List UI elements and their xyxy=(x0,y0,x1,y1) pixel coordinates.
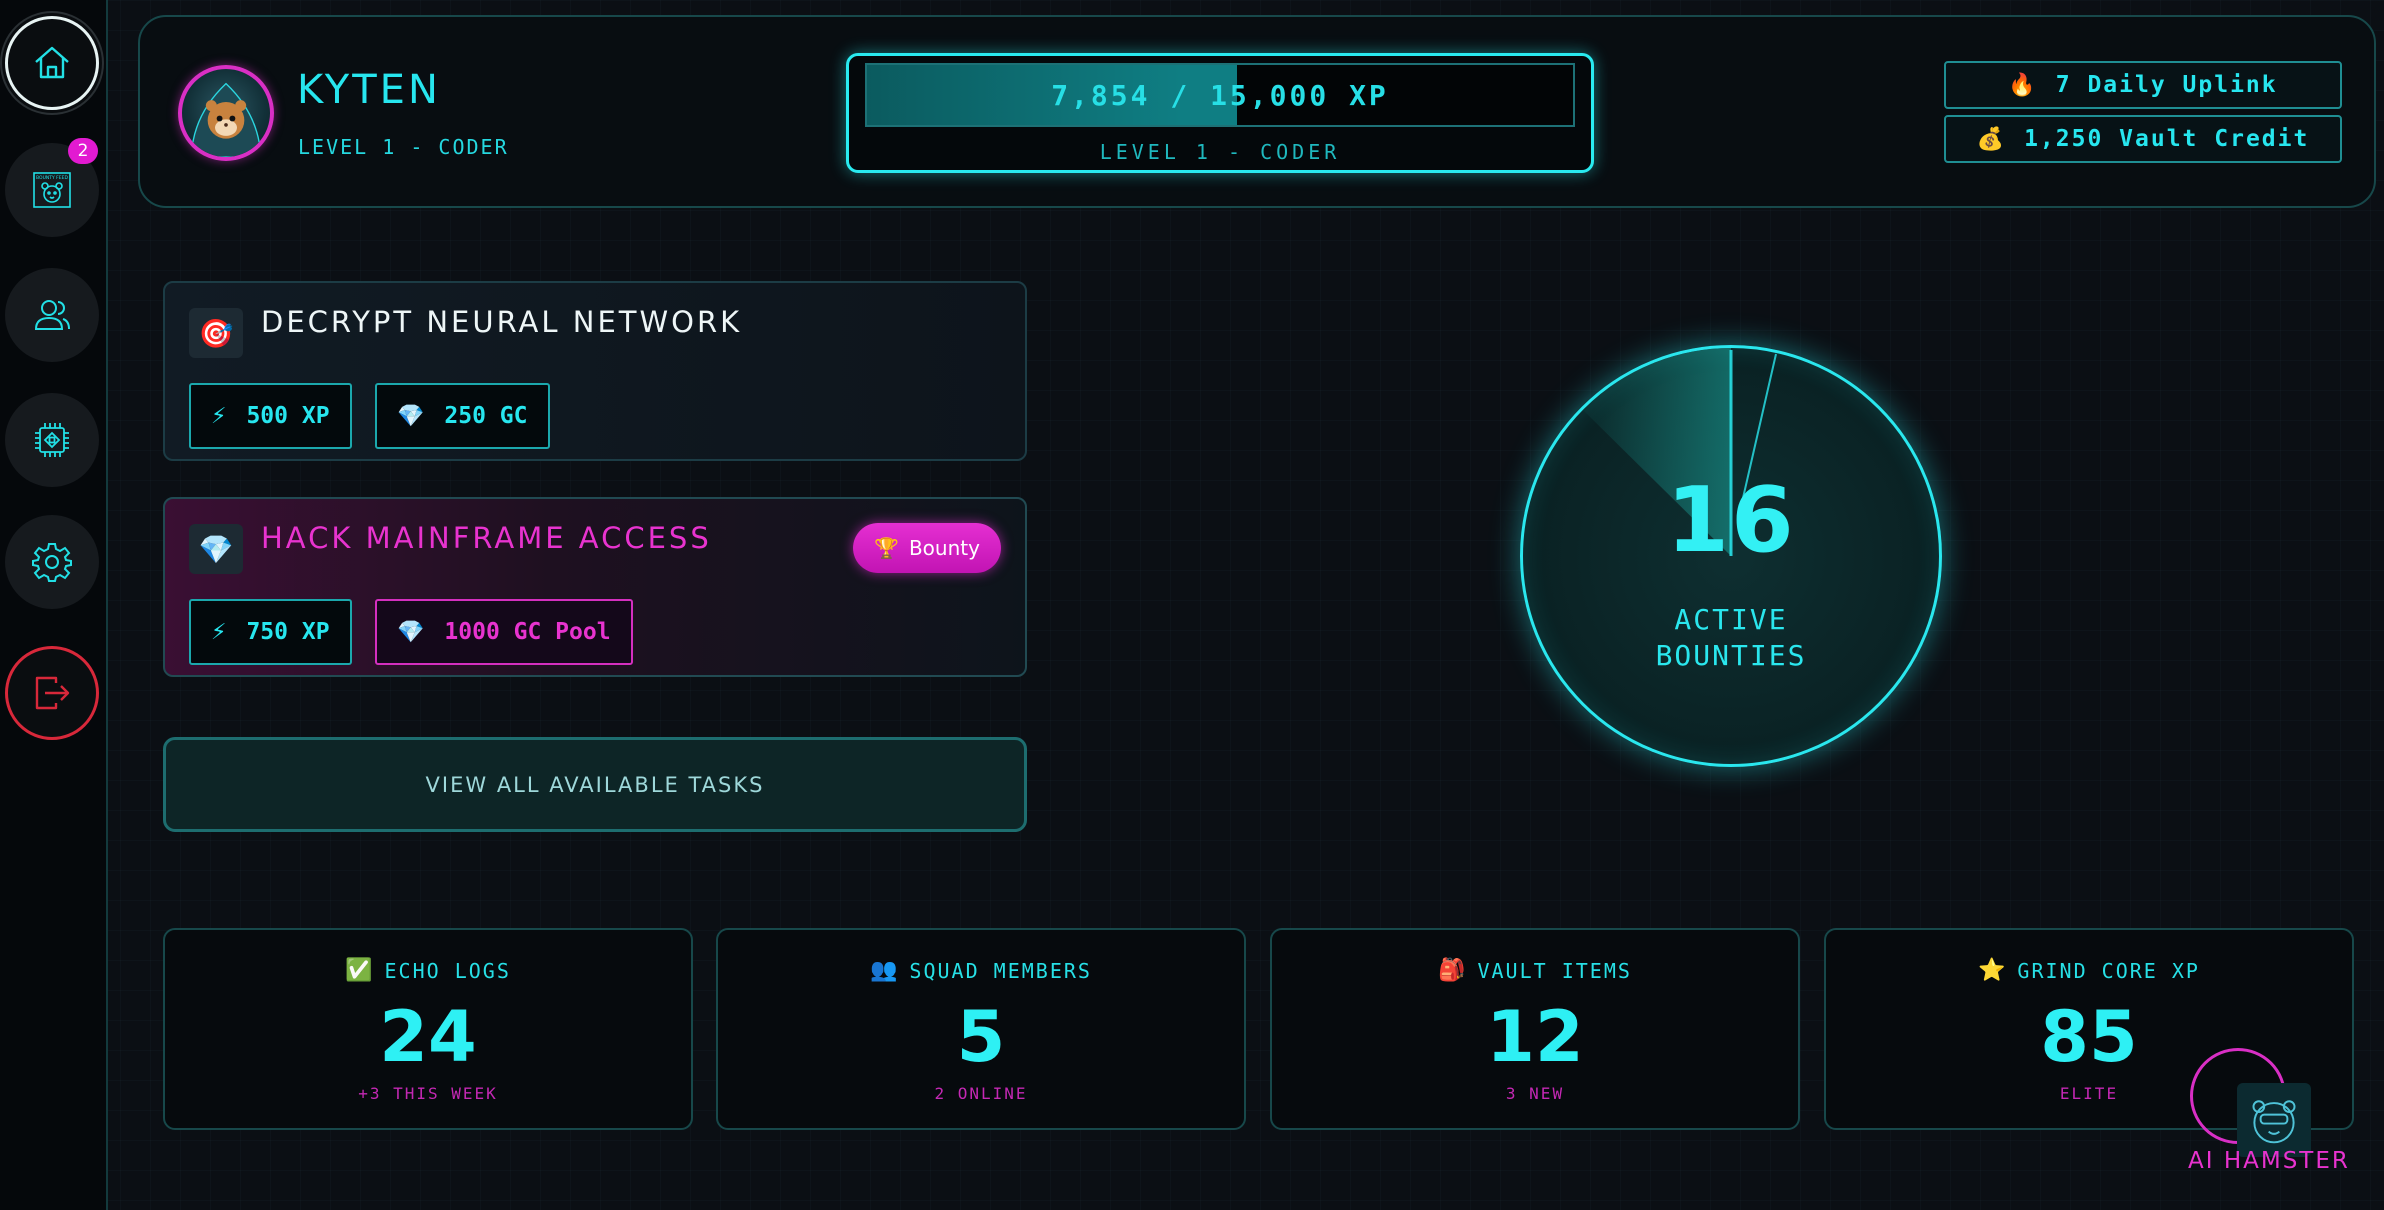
task-card-bounty[interactable]: 💎 HACK MAINFRAME ACCESS 🏆 Bounty ⚡ 750 X… xyxy=(163,497,1027,677)
vault-credit-label: 1,250 Vault Credit xyxy=(2024,126,2310,152)
gem-icon: 💎 xyxy=(397,403,425,429)
active-bounties-count: 16 xyxy=(1666,468,1796,573)
user-name: KYTEN xyxy=(297,67,441,113)
flame-icon: 🔥 xyxy=(2008,72,2038,98)
xp-progress-bar: 7,854 / 15,000 XP xyxy=(865,63,1575,127)
star-icon: ⭐ xyxy=(1978,958,2008,983)
logout-icon xyxy=(35,676,70,710)
sidebar-item-settings[interactable] xyxy=(5,515,99,609)
active-bounties-radar[interactable]: 16 ACTIVE BOUNTIES xyxy=(1520,345,1942,767)
lightning-icon: ⚡ xyxy=(211,403,227,429)
stat-label: SQUAD MEMBERS xyxy=(909,958,1092,983)
target-icon: 🎯 xyxy=(189,308,243,358)
reward-chip-xp: ⚡ 750 XP xyxy=(189,599,352,665)
bounty-feed-icon: BOUNTY FEED xyxy=(33,172,71,208)
daily-uplink-pill[interactable]: 🔥 7 Daily Uplink xyxy=(1944,61,2342,109)
gear-icon xyxy=(32,543,72,582)
avatar[interactable] xyxy=(178,65,274,161)
hamster-avatar-icon xyxy=(190,82,262,157)
profile-header: KYTEN LEVEL 1 - CODER 7,854 / 15,000 XP … xyxy=(138,15,2376,208)
bounty-tag-button[interactable]: 🏆 Bounty xyxy=(853,523,1001,573)
gem-icon: 💎 xyxy=(189,524,243,574)
squad-icon: 👥 xyxy=(870,958,900,983)
active-bounties-label: ACTIVE BOUNTIES xyxy=(1655,603,1807,672)
daily-uplink-label: 7 Daily Uplink xyxy=(2055,72,2278,98)
svg-text:BOUNTY FEED: BOUNTY FEED xyxy=(36,175,68,181)
stat-label: VAULT ITEMS xyxy=(1477,958,1632,983)
sidebar-item-logout[interactable] xyxy=(5,646,99,740)
home-icon xyxy=(35,46,69,79)
xp-level-label: LEVEL 1 - CODER xyxy=(1099,140,1341,164)
ai-hamster-button[interactable] xyxy=(2237,1083,2311,1157)
stat-value: 24 xyxy=(379,996,477,1078)
gem-icon: 💎 xyxy=(397,619,425,645)
sidebar-item-home[interactable] xyxy=(5,16,99,110)
stat-sub: 2 ONLINE xyxy=(934,1084,1028,1103)
sidebar-item-users[interactable] xyxy=(5,268,99,362)
stat-sub: +3 THIS WEEK xyxy=(358,1084,498,1103)
money-bag-icon: 💰 xyxy=(1976,126,2007,152)
bounty-feed-badge: 2 xyxy=(68,138,98,164)
vault-credit-pill[interactable]: 💰 1,250 Vault Credit xyxy=(1944,115,2342,163)
view-all-tasks-button[interactable]: VIEW ALL AVAILABLE TASKS xyxy=(163,737,1027,832)
task-card[interactable]: 🎯 DECRYPT NEURAL NETWORK ⚡ 500 XP 💎 250 … xyxy=(163,281,1027,461)
stat-card-echo-logs[interactable]: ✅ ECHO LOGS 24 +3 THIS WEEK xyxy=(163,928,693,1130)
task-title: HACK MAINFRAME ACCESS xyxy=(261,521,712,555)
xp-progress-text: 7,854 / 15,000 XP xyxy=(1051,78,1389,112)
chip-icon xyxy=(35,423,69,457)
reward-chip-gc: 💎 250 GC xyxy=(375,383,550,449)
user-level: LEVEL 1 - CODER xyxy=(298,135,509,159)
stat-value: 5 xyxy=(956,996,1006,1078)
stat-sub: 3 NEW xyxy=(1505,1084,1565,1103)
reward-label: 750 XP xyxy=(246,619,330,645)
task-title: DECRYPT NEURAL NETWORK xyxy=(261,305,743,339)
trophy-icon: 🏆 xyxy=(874,536,899,560)
reward-chip-xp: ⚡ 500 XP xyxy=(189,383,352,449)
sidebar: BOUNTY FEED 2 xyxy=(0,0,108,1210)
vault-icon: 🎒 xyxy=(1438,958,1468,983)
reward-label: 500 XP xyxy=(246,403,330,429)
lightning-icon: ⚡ xyxy=(211,619,227,645)
ai-hamster-label[interactable]: AI HAMSTER xyxy=(2188,1148,2350,1174)
xp-progress-panel: 7,854 / 15,000 XP LEVEL 1 - CODER xyxy=(846,53,1594,173)
stat-card-squad-members[interactable]: 👥 SQUAD MEMBERS 5 2 ONLINE xyxy=(716,928,1246,1130)
check-icon: ✅ xyxy=(345,958,375,983)
reward-chip-gc-pool: 💎 1000 GC Pool xyxy=(375,599,633,665)
stat-value: 12 xyxy=(1486,996,1584,1078)
reward-label: 250 GC xyxy=(444,403,528,429)
stat-card-vault-items[interactable]: 🎒 VAULT ITEMS 12 3 NEW xyxy=(1270,928,1800,1130)
hamster-icon xyxy=(2252,1100,2296,1144)
reward-label: 1000 GC Pool xyxy=(444,619,611,645)
stat-label: ECHO LOGS xyxy=(384,958,511,983)
stat-label: GRIND CORE XP xyxy=(2017,958,2200,983)
users-icon xyxy=(34,300,70,330)
bounty-tag-label: Bounty xyxy=(908,536,980,560)
sidebar-item-chip[interactable] xyxy=(5,393,99,487)
